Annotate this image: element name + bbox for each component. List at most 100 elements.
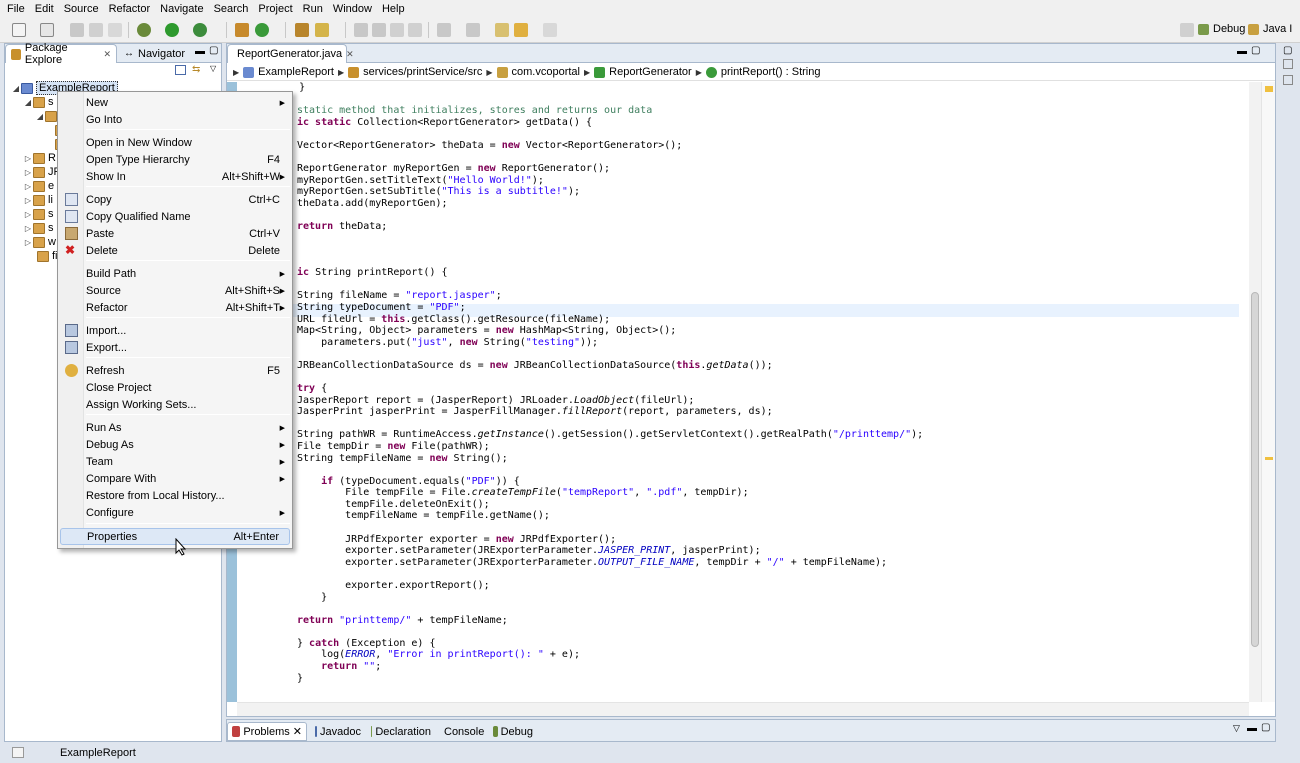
menu-source[interactable]: Source bbox=[59, 3, 104, 15]
expand-arrow-icon[interactable]: ▷ bbox=[23, 182, 33, 191]
prev-annotation-icon[interactable] bbox=[466, 23, 480, 37]
menu-project[interactable]: Project bbox=[253, 3, 297, 15]
tree-item[interactable]: ▷ li bbox=[23, 193, 53, 207]
menu-item-new[interactable]: New ▶ bbox=[60, 94, 290, 111]
debug-perspective[interactable]: Debug bbox=[1198, 23, 1245, 35]
open-type-icon[interactable] bbox=[295, 23, 309, 37]
tab-debug[interactable]: Debug bbox=[489, 722, 537, 741]
menu-item-go-into[interactable]: Go Into bbox=[60, 111, 290, 128]
menu-item-import[interactable]: Import... bbox=[60, 322, 290, 339]
tab-javadoc[interactable]: Javadoc bbox=[311, 722, 365, 741]
menu-item-copy[interactable]: Copy Ctrl+C bbox=[60, 191, 290, 208]
code-area[interactable]: } static method that initializes, stores … bbox=[239, 82, 1239, 700]
expand-arrow-icon[interactable]: ◢ bbox=[23, 98, 33, 107]
breadcrumb-item[interactable]: ExampleReport bbox=[258, 66, 334, 78]
tree-item[interactable]: fi bbox=[27, 249, 58, 263]
expand-arrow-icon[interactable]: ▷ bbox=[23, 238, 33, 247]
link-with-editor-icon[interactable]: ⇆ bbox=[192, 64, 200, 75]
menu-item-refresh[interactable]: Refresh F5 bbox=[60, 362, 290, 379]
menu-refactor[interactable]: Refactor bbox=[104, 3, 156, 15]
breadcrumb-item[interactable]: services/printService/src bbox=[363, 66, 482, 78]
menu-item-team[interactable]: Team ▶ bbox=[60, 453, 290, 470]
expand-arrow-icon[interactable]: ◢ bbox=[35, 112, 45, 121]
run-icon[interactable] bbox=[165, 23, 179, 37]
expand-arrow-icon[interactable]: ▷ bbox=[23, 210, 33, 219]
print-icon[interactable] bbox=[108, 23, 122, 37]
debug-run-icon[interactable] bbox=[137, 23, 151, 37]
show-whitespace-icon[interactable] bbox=[408, 23, 422, 37]
menu-item-restore-from-local-history[interactable]: Restore from Local History... bbox=[60, 487, 290, 504]
breadcrumb-arrow-icon[interactable]: ▶ bbox=[486, 68, 492, 77]
annotation-icon[interactable] bbox=[354, 23, 368, 37]
menu-item-export[interactable]: Export... bbox=[60, 339, 290, 356]
menu-navigate[interactable]: Navigate bbox=[155, 3, 208, 15]
menu-item-show-in[interactable]: Show In Alt+Shift+W ▶ bbox=[60, 168, 290, 185]
menu-item-debug-as[interactable]: Debug As ▶ bbox=[60, 436, 290, 453]
expand-arrow-icon[interactable]: ▷ bbox=[23, 224, 33, 233]
new-java-project-icon[interactable] bbox=[235, 23, 249, 37]
menu-run[interactable]: Run bbox=[298, 3, 328, 15]
external-tools-icon[interactable] bbox=[193, 23, 207, 37]
tree-item[interactable]: ▷ s bbox=[23, 207, 54, 221]
tab-navigator[interactable]: ↔ Navigator bbox=[119, 44, 197, 63]
vertical-scrollbar[interactable] bbox=[1249, 82, 1261, 702]
open-perspective-icon[interactable] bbox=[1180, 23, 1194, 37]
save-all-icon[interactable] bbox=[89, 23, 103, 37]
tab-package-explorer[interactable]: Package Explore ✕ bbox=[5, 42, 117, 66]
tree-item[interactable]: ▷ w bbox=[23, 235, 56, 249]
tree-item[interactable]: ◢ s bbox=[23, 95, 54, 109]
collapse-all-icon[interactable] bbox=[175, 65, 186, 75]
breadcrumb-arrow-icon[interactable]: ▶ bbox=[233, 68, 239, 77]
menu-window[interactable]: Window bbox=[328, 3, 377, 15]
menu-edit[interactable]: Edit bbox=[30, 3, 59, 15]
new-icon[interactable] bbox=[12, 23, 26, 37]
menu-item-delete[interactable]: ✖ Delete Delete bbox=[60, 242, 290, 259]
breadcrumb-arrow-icon[interactable]: ▶ bbox=[584, 68, 590, 77]
breadcrumb-arrow-icon[interactable]: ▶ bbox=[696, 68, 702, 77]
search-icon[interactable] bbox=[315, 23, 329, 37]
tree-item[interactable]: ▷ e bbox=[23, 179, 54, 193]
close-icon[interactable]: ✕ bbox=[293, 725, 302, 738]
menu-item-compare-with[interactable]: Compare With ▶ bbox=[60, 470, 290, 487]
expand-arrow-icon[interactable]: ▷ bbox=[23, 196, 33, 205]
scrollbar-thumb[interactable] bbox=[1251, 292, 1259, 647]
expand-arrow-icon[interactable]: ▷ bbox=[23, 168, 33, 177]
menu-item-open-type-hierarchy[interactable]: Open Type Hierarchy F4 bbox=[60, 151, 290, 168]
new-class-icon[interactable] bbox=[255, 23, 269, 37]
overview-ruler[interactable] bbox=[1261, 82, 1275, 702]
tab-reportgenerator[interactable]: ReportGenerator.java ✕ bbox=[227, 44, 354, 63]
back-icon[interactable] bbox=[514, 23, 528, 37]
menu-item-build-path[interactable]: Build Path ▶ bbox=[60, 265, 290, 282]
expand-arrow-icon[interactable]: ▷ bbox=[23, 154, 33, 163]
breadcrumb-arrow-icon[interactable]: ▶ bbox=[338, 68, 344, 77]
menu-file[interactable]: File bbox=[2, 3, 30, 15]
block-selection-icon[interactable] bbox=[390, 23, 404, 37]
tab-declaration[interactable]: Declaration bbox=[367, 722, 435, 741]
tree-item[interactable]: ▷ s bbox=[23, 221, 54, 235]
menu-item-source[interactable]: Source Alt+Shift+S ▶ bbox=[60, 282, 290, 299]
mark-occurrences-icon[interactable] bbox=[372, 23, 386, 37]
menu-item-copy-qualified-name[interactable]: Copy Qualified Name bbox=[60, 208, 290, 225]
view-menu-icon[interactable]: ▽ bbox=[1233, 723, 1240, 734]
menu-item-run-as[interactable]: Run As ▶ bbox=[60, 419, 290, 436]
breadcrumb-item[interactable]: printReport() : String bbox=[721, 66, 821, 78]
menu-item-close-project[interactable]: Close Project bbox=[60, 379, 290, 396]
tab-problems[interactable]: Problems ✕ bbox=[227, 722, 307, 741]
expand-arrow-icon[interactable]: ◢ bbox=[11, 84, 21, 93]
new-dropdown-icon[interactable] bbox=[40, 23, 54, 37]
menu-item-refactor[interactable]: Refactor Alt+Shift+T ▶ bbox=[60, 299, 290, 316]
maximize-icon[interactable]: ▢ bbox=[209, 45, 218, 56]
close-icon[interactable]: ✕ bbox=[103, 49, 111, 60]
task-list-icon[interactable] bbox=[1283, 75, 1293, 85]
menu-item-paste[interactable]: Paste Ctrl+V bbox=[60, 225, 290, 242]
tree-item[interactable]: ▷ JR bbox=[23, 165, 62, 179]
forward-icon[interactable] bbox=[543, 23, 557, 37]
last-edit-icon[interactable] bbox=[495, 23, 509, 37]
breadcrumb-item[interactable]: com.vcoportal bbox=[512, 66, 580, 78]
fast-view-icon[interactable] bbox=[12, 747, 24, 758]
menu-item-open-in-new-window[interactable]: Open in New Window bbox=[60, 134, 290, 151]
tree-item[interactable]: ▷ R bbox=[23, 151, 56, 165]
restore-icon[interactable]: ▢ bbox=[1283, 45, 1292, 56]
menu-search[interactable]: Search bbox=[209, 3, 254, 15]
tab-console[interactable]: Console bbox=[437, 722, 487, 741]
